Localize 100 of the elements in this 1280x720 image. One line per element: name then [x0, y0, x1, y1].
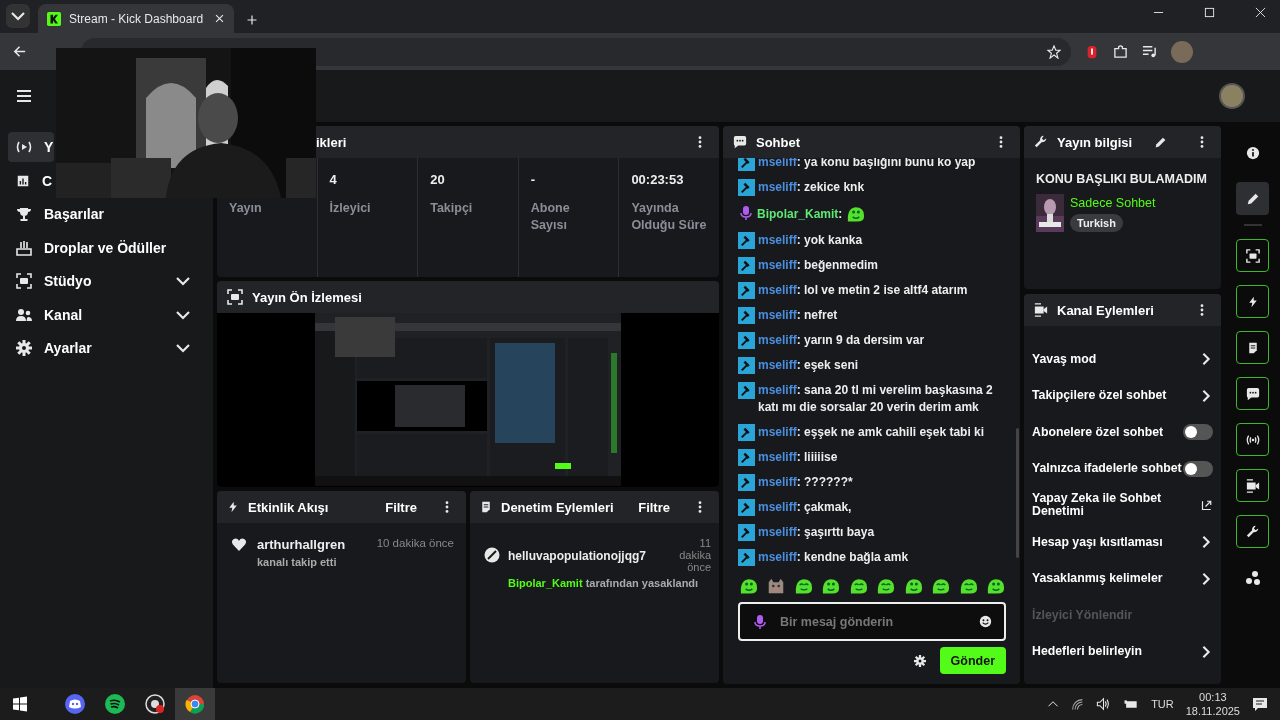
rail-button[interactable] — [1236, 285, 1269, 318]
dots-icon — [1244, 569, 1261, 586]
windows-logo-icon — [12, 696, 28, 712]
sidebar-item[interactable]: Droplar ve Ödüller — [8, 232, 201, 263]
settings-icon — [16, 340, 32, 356]
chat-message: mseliff: yok kanka — [758, 233, 863, 247]
hammer-icon — [738, 424, 755, 441]
channel-action[interactable]: Yalnızca ifadelerle sohbet — [1032, 455, 1213, 482]
channel-action[interactable]: Hedefleri belirleyin — [1032, 638, 1213, 665]
stat-value: 4 — [329, 172, 337, 187]
rail-button[interactable] — [1236, 331, 1269, 364]
user-avatar[interactable] — [1219, 83, 1245, 109]
hammer-icon — [738, 232, 755, 249]
stat-value: - — [530, 172, 536, 187]
back-arrow-icon[interactable] — [12, 44, 27, 59]
emote-icon[interactable] — [848, 576, 869, 596]
channel-action[interactable]: Yasaklanmış kelimeler — [1032, 565, 1213, 592]
rail-button[interactable] — [1236, 377, 1269, 410]
media-list-icon[interactable] — [1142, 44, 1157, 59]
wifi-icon[interactable] — [1071, 697, 1085, 711]
chat-message: Bipolar_Kamit: — [757, 207, 843, 221]
emote-icon[interactable] — [903, 576, 924, 596]
sidebar-item[interactable]: Başarılar — [8, 199, 201, 229]
chat-message: mseliff: nefret — [758, 308, 838, 322]
broadcast-icon — [16, 139, 32, 155]
settings-icon[interactable] — [913, 654, 926, 667]
panel-title: Denetim Eylemleri — [501, 499, 615, 515]
chat-message: mseliff: liiiiise — [758, 450, 838, 464]
hammer-icon — [738, 449, 755, 466]
panel-title: Yayın bilgisi — [1057, 134, 1134, 150]
chat-message: mseliff: kendne bağla amk — [758, 550, 909, 564]
lightning-icon — [227, 500, 239, 514]
puzzle-icon[interactable] — [1113, 44, 1128, 59]
notification-icon[interactable] — [1252, 696, 1268, 712]
channel-action[interactable]: Yapay Zeka ile Sohbet Denetimi — [1032, 492, 1213, 519]
rail-button[interactable] — [1236, 515, 1269, 548]
star-icon[interactable] — [1047, 44, 1061, 59]
stream-title: KONU BAŞLIKI BULAMADIM — [1036, 172, 1208, 186]
lightning-icon — [1246, 294, 1259, 309]
heart-icon — [231, 537, 247, 552]
emoji-icon[interactable] — [979, 615, 992, 628]
hammer-icon — [738, 549, 755, 566]
stat-value: 00:23:53 — [631, 172, 684, 187]
close-icon[interactable] — [1255, 6, 1266, 18]
message-input[interactable]: Bir mesaj gönderin — [738, 602, 1006, 641]
sidebar-item[interactable]: C — [8, 165, 54, 196]
channel-action[interactable]: Yavaş mod — [1032, 346, 1213, 372]
chat-message: mseliff: lol ve metin 2 ise altf4 atarım — [758, 283, 968, 297]
emote-icon[interactable] — [985, 576, 1006, 596]
rail-button[interactable] — [1236, 239, 1269, 272]
toggle-switch[interactable] — [1183, 424, 1213, 441]
sidebar-item[interactable]: Ayarlar — [8, 333, 201, 363]
sidebar-item[interactable]: Stüdyo — [8, 266, 201, 296]
menu-icon[interactable] — [16, 88, 32, 104]
channel-action[interactable]: Takipçilere özel sohbet — [1032, 382, 1213, 409]
channel-action[interactable]: Hesap yaşı kısıtlaması — [1032, 528, 1213, 555]
sidebar-item[interactable]: Y — [8, 132, 54, 162]
rail-button[interactable] — [1236, 182, 1269, 215]
emote-icon[interactable] — [845, 204, 866, 224]
hammer-icon — [738, 257, 755, 274]
document-icon — [1246, 340, 1259, 355]
emote-icon[interactable] — [958, 576, 979, 596]
extension-icon[interactable] — [1085, 44, 1099, 59]
tab-menu-button[interactable] — [6, 4, 30, 28]
close-icon[interactable] — [214, 13, 225, 24]
filter-button[interactable]: Filtre — [638, 499, 684, 515]
emote-icon[interactable] — [931, 576, 952, 596]
emote-icon[interactable] — [821, 576, 842, 596]
rail-button[interactable] — [1236, 423, 1269, 456]
hammer-icon — [738, 382, 755, 399]
speaker-icon[interactable] — [1096, 697, 1112, 711]
browser-tab[interactable]: Stream - Kick Dashboard — [38, 4, 234, 33]
rail-button[interactable] — [1236, 469, 1269, 502]
filter-button[interactable]: Filtre — [385, 499, 431, 515]
stat-value: 20 — [430, 172, 445, 187]
chat-message: mseliff: sana 20 tl mi verelim başkasına 2 katı mı die sorsalar 20 verin derim amk — [758, 383, 993, 414]
plus-icon[interactable] — [246, 14, 258, 26]
hammer-icon — [738, 307, 755, 324]
send-button[interactable]: Gönder — [939, 647, 1006, 674]
battery-icon[interactable] — [1123, 697, 1140, 711]
taskbar-app[interactable] — [175, 688, 215, 720]
chat-bubble-icon — [733, 135, 747, 149]
screen-capture-icon — [1245, 248, 1260, 263]
maximize-icon[interactable] — [1204, 6, 1215, 18]
sidebar-item[interactable]: Kanal — [8, 299, 201, 330]
screen-capture-icon — [227, 289, 243, 305]
microphone-icon — [738, 204, 754, 222]
emote-icon[interactable] — [739, 576, 759, 596]
tag[interactable]: Turkish — [1070, 214, 1123, 232]
category-link[interactable]: Sadece Sohbet — [1070, 196, 1156, 210]
clock-time: 00:13 — [1198, 690, 1228, 704]
language-indicator[interactable]: TUR — [1151, 698, 1174, 710]
emote-icon[interactable] — [876, 576, 897, 596]
emote-icon[interactable] — [793, 576, 814, 596]
channel-action[interactable]: Abonelere özel sohbet — [1032, 419, 1213, 446]
toggle-switch[interactable] — [1183, 460, 1213, 477]
pencil-icon[interactable] — [1154, 135, 1167, 149]
panel-title: Kanal Eylemleri — [1057, 302, 1155, 318]
stat-label: İzleyici — [329, 201, 371, 215]
stat-label: Abone Sayısı — [530, 201, 570, 232]
